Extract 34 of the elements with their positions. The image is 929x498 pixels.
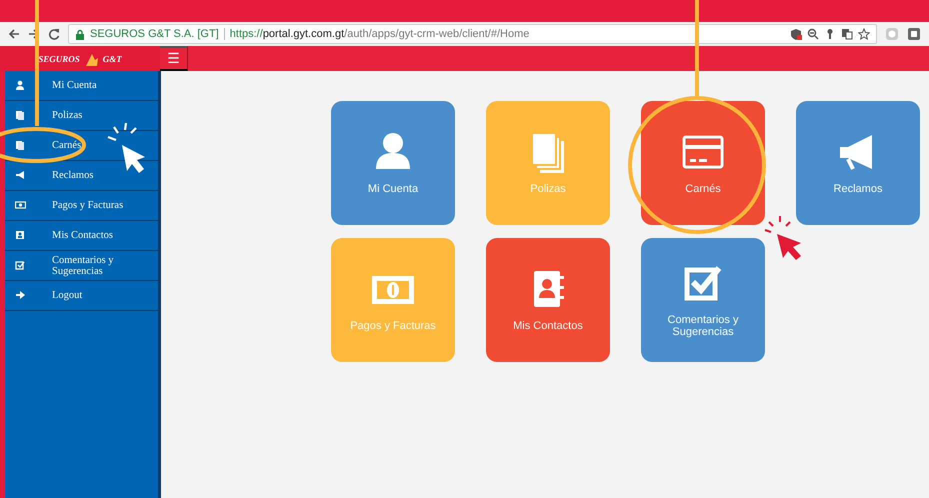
money-icon	[15, 200, 26, 211]
pointer-icon	[106, 122, 145, 173]
sidebar-item[interactable]: Pagos y Facturas	[5, 191, 158, 221]
logo-text: G&T	[102, 54, 122, 64]
shield-icon[interactable]	[790, 28, 802, 40]
menu-tile[interactable]: Mi Cuenta	[331, 101, 455, 225]
lock-icon	[75, 28, 85, 40]
menu-tile[interactable]: Carnés	[641, 101, 765, 225]
menu-tile[interactable]: Comentarios y Sugerencias	[641, 238, 765, 362]
extension-icon[interactable]	[907, 27, 921, 41]
site-identity: SEGUROS G&T S.A. [GT]	[90, 28, 219, 40]
address-bar[interactable]: SEGUROS G&T S.A. [GT] https://portal.gyt.com.gt/auth/apps/gyt-crm-web/client/#/Home	[68, 24, 877, 44]
zoom-out-icon[interactable]	[807, 28, 819, 40]
logo-text: SEGUROS	[38, 54, 80, 64]
checkbox-icon	[15, 260, 26, 271]
reload-icon[interactable]	[48, 28, 60, 40]
megaphone-icon	[15, 170, 26, 181]
flame-icon	[84, 52, 99, 66]
sidebar-item[interactable]: Mis Contactos	[5, 221, 158, 251]
url-text: https://portal.gyt.com.gt/auth/apps/gyt-crm-web/client/#/Home	[230, 28, 530, 40]
document-icon	[15, 110, 26, 121]
user-icon	[15, 80, 26, 91]
pointer-icon	[764, 215, 801, 260]
back-icon[interactable]	[8, 28, 20, 40]
translate-icon[interactable]	[841, 28, 853, 40]
star-icon[interactable]	[858, 28, 870, 40]
menu-button[interactable]: ☰	[160, 46, 188, 71]
logout-icon	[15, 290, 26, 301]
sidebar-item[interactable]: Logout	[5, 281, 158, 311]
menu-tile[interactable]: Mis Contactos	[486, 238, 610, 362]
contact-icon	[15, 230, 26, 241]
sidebar-item[interactable]: Comentarios y Sugerencias	[5, 251, 158, 281]
menu-tile[interactable]: Reclamos	[796, 101, 920, 225]
document-icon	[15, 140, 26, 151]
